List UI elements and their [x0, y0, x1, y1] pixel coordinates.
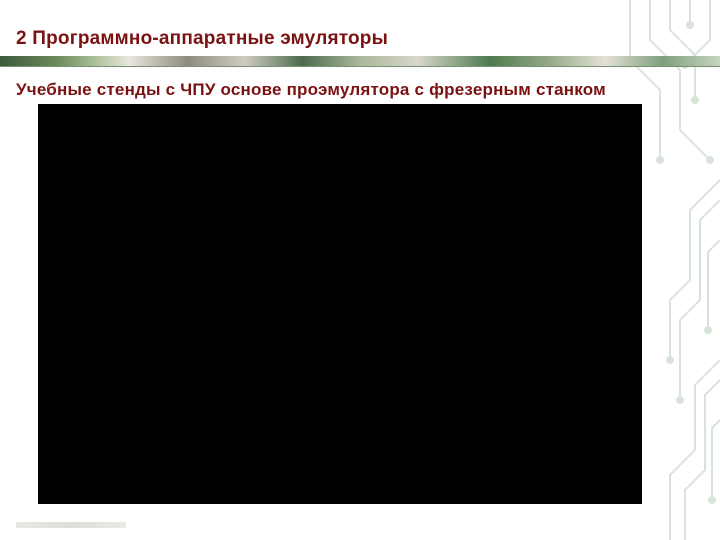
footer-decoration — [16, 522, 126, 528]
page-title: 2 Программно-аппаратные эмуляторы — [16, 28, 388, 50]
video-content-area — [38, 104, 642, 504]
slide: 2 Программно-аппаратные эмуляторы Учебны… — [0, 0, 720, 540]
page-subtitle: Учебные стенды с ЧПУ основе проэмулятора… — [16, 80, 606, 100]
divider-line-bottom — [0, 66, 720, 67]
divider-strip — [0, 56, 720, 66]
